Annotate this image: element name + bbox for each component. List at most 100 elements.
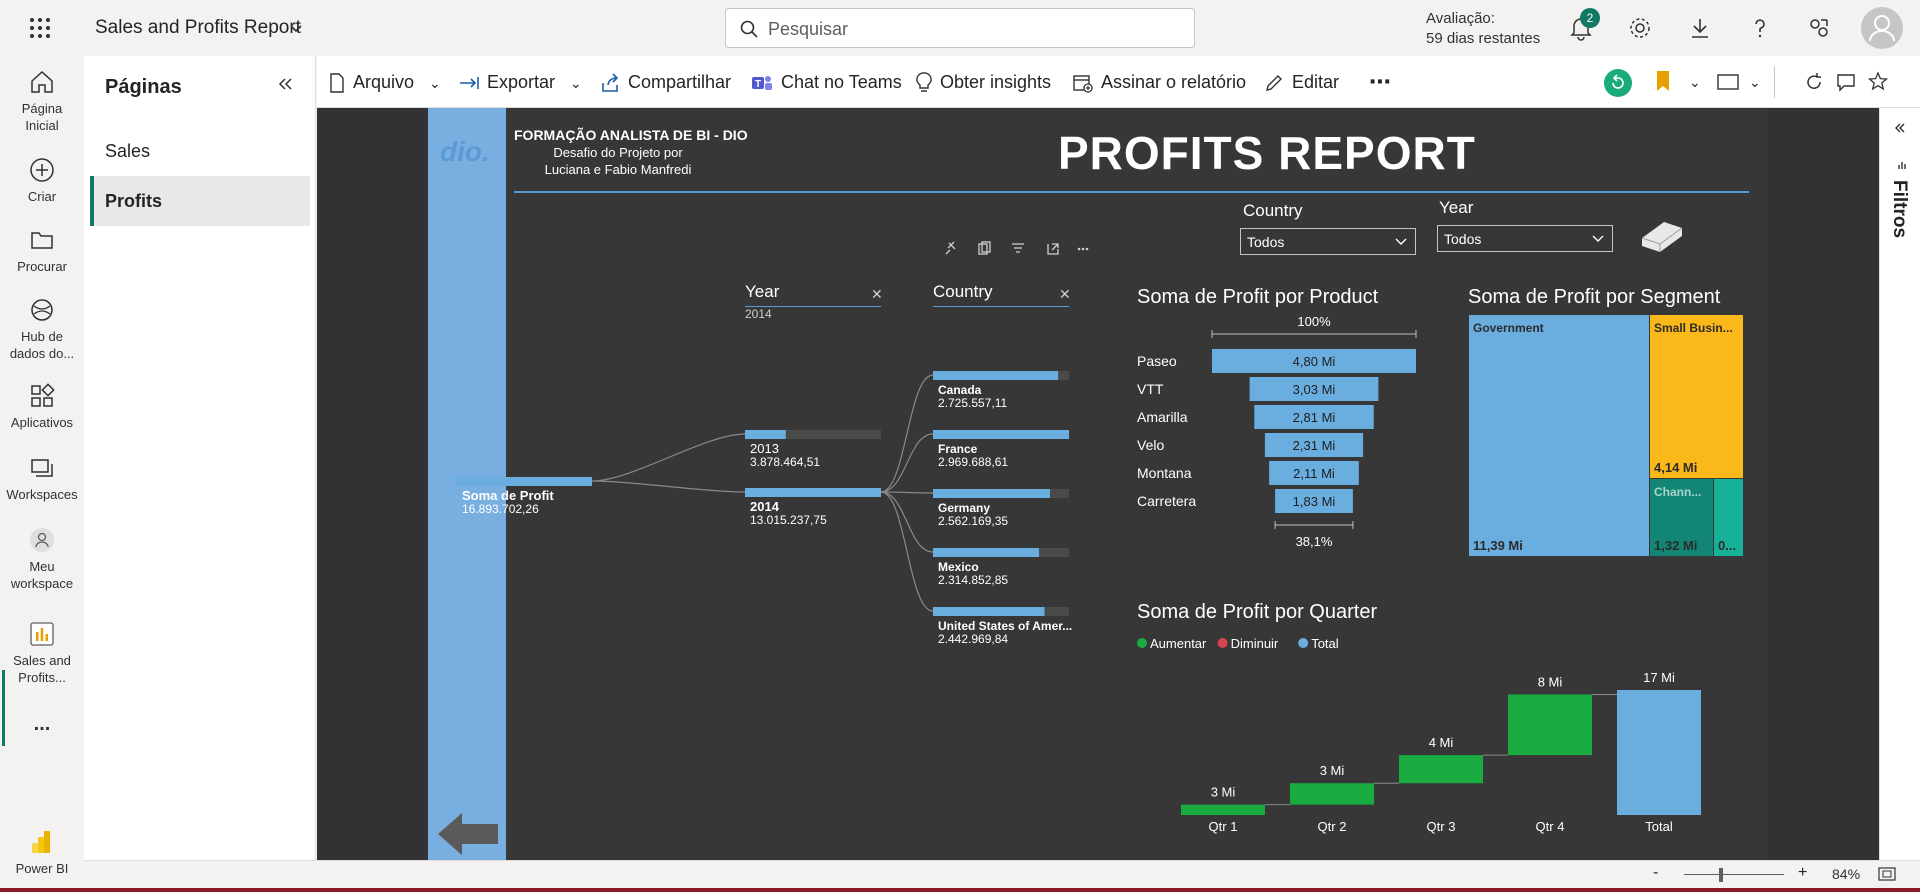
- rail-power-bi[interactable]: Power BI: [0, 828, 84, 877]
- chevron-down-icon[interactable]: [288, 20, 304, 36]
- zoom-out-button[interactable]: -: [1653, 864, 1658, 882]
- download-icon[interactable]: [1687, 15, 1713, 41]
- rail-label: Aplicativos: [10, 415, 74, 430]
- page-item-profits[interactable]: Profits: [90, 176, 310, 226]
- chevron-down-icon: ⌄: [570, 75, 582, 91]
- waterfall-data-label: 3 Mi: [1211, 785, 1236, 800]
- view-icon[interactable]: [1717, 73, 1739, 91]
- rail-label: Procurar: [17, 259, 67, 274]
- rail-home[interactable]: Página Inicial: [0, 68, 84, 134]
- workspaces-icon: [28, 454, 56, 482]
- insights-button[interactable]: Obter insights: [916, 69, 1051, 95]
- rail-label: Hub de: [21, 329, 63, 344]
- waterfall-legend-marker: [1217, 638, 1228, 648]
- toolbar-divider: [1774, 66, 1775, 98]
- page-item-sales[interactable]: Sales: [90, 126, 310, 176]
- edit-label: Editar: [1292, 72, 1340, 92]
- filter-icon: [1898, 160, 1908, 170]
- gear-icon[interactable]: [1627, 15, 1653, 41]
- notification-badge: 2: [1580, 8, 1600, 28]
- waterfall-legend-label: Diminuir: [1231, 636, 1279, 651]
- power-bi-logo-icon: [28, 828, 56, 856]
- rail-my-workspace[interactable]: Meu workspace: [0, 526, 84, 592]
- pages-pane: Páginas Sales Profits: [84, 56, 316, 860]
- zoom-in-button[interactable]: +: [1798, 864, 1807, 882]
- fit-to-page-icon[interactable]: [1878, 867, 1896, 881]
- avatar[interactable]: [1861, 7, 1903, 49]
- refresh-visuals-icon[interactable]: [1604, 69, 1632, 97]
- feedback-icon[interactable]: [1806, 15, 1832, 41]
- report-toolbar: Arquivo ⌄ Exportar ⌄ Compartilhar T Chat …: [317, 56, 1920, 108]
- filters-label[interactable]: Filtros: [1888, 180, 1910, 238]
- expand-filters-icon[interactable]: [1894, 122, 1906, 134]
- trial-label: Avaliação:: [1426, 10, 1495, 27]
- lightbulb-icon: [916, 72, 932, 92]
- file-label: Arquivo: [353, 72, 415, 92]
- pages-title: Páginas: [105, 76, 182, 98]
- rail-workspaces[interactable]: Workspaces: [0, 454, 84, 503]
- rail-more[interactable]: ...: [0, 714, 84, 734]
- search-input[interactable]: Pesquisar: [725, 8, 1195, 48]
- rail-browse[interactable]: Procurar: [0, 226, 84, 275]
- rail-label: workspace: [10, 576, 74, 591]
- waterfall-category-label: Qtr 4: [1536, 819, 1565, 834]
- export-icon: [460, 77, 479, 90]
- waterfall-legend-marker: [1137, 638, 1147, 648]
- waterfall-bar: [1290, 783, 1374, 805]
- share-label: Compartilhar: [628, 72, 732, 92]
- waterfall-bar: [1181, 804, 1265, 815]
- export-menu-button[interactable]: Exportar ⌄: [459, 69, 582, 95]
- waterfall-category-label: Total: [1645, 819, 1673, 834]
- bookmark-icon[interactable]: [1655, 70, 1671, 92]
- waterfall-chart[interactable]: Aumentar Diminuir Total 3 Mi Qtr 1 3 Mi Qtr 2 4…: [428, 108, 1768, 860]
- app-launcher-icon[interactable]: [28, 16, 52, 40]
- person-icon: [28, 526, 56, 554]
- chevron-down-icon[interactable]: ⌄: [1689, 74, 1701, 91]
- more-options-button[interactable]: ⋯: [1369, 69, 1391, 95]
- navigation-rail: Página Inicial Criar Procurar Hub de dad…: [0, 56, 84, 892]
- subscribe-button[interactable]: Assinar o relatório: [1073, 69, 1246, 95]
- help-icon[interactable]: [1747, 15, 1773, 41]
- rail-current-report[interactable]: Sales and Profits...: [0, 620, 84, 686]
- rail-label: Criar: [27, 189, 57, 204]
- report-title-menu[interactable]: Sales and Profits Report: [95, 17, 301, 39]
- folder-icon: [28, 226, 56, 254]
- rail-data-hub[interactable]: Hub de dados do...: [0, 296, 84, 362]
- share-button[interactable]: Compartilhar: [600, 69, 731, 95]
- insights-label: Obter insights: [940, 72, 1052, 92]
- zoom-slider-track[interactable]: [1684, 874, 1784, 875]
- rail-create[interactable]: Criar: [0, 156, 84, 205]
- search-placeholder: Pesquisar: [768, 19, 849, 39]
- rail-label: Power BI: [15, 861, 69, 876]
- waterfall-category-label: Qtr 2: [1318, 819, 1347, 834]
- trial-days: 59 dias restantes: [1426, 30, 1541, 47]
- subscribe-icon: [1073, 75, 1093, 93]
- bottom-accent-bar: [0, 888, 1920, 892]
- rail-apps[interactable]: Aplicativos: [0, 382, 84, 431]
- waterfall-data-label: 3 Mi: [1320, 763, 1345, 778]
- waterfall-legend-label: Total: [1311, 636, 1339, 651]
- rail-label: Inicial: [25, 118, 59, 133]
- star-icon[interactable]: [1868, 71, 1888, 91]
- zoom-slider-thumb[interactable]: [1719, 868, 1723, 882]
- trial-status[interactable]: Avaliação: 59 dias restantes: [1426, 9, 1540, 49]
- waterfall-data-label: 17 Mi: [1643, 670, 1675, 685]
- refresh-icon[interactable]: [1804, 72, 1824, 92]
- edit-button[interactable]: Editar: [1264, 69, 1339, 95]
- subscribe-label: Assinar o relatório: [1101, 72, 1247, 92]
- rail-label: Workspaces: [6, 487, 78, 502]
- collapse-icon[interactable]: [275, 74, 295, 94]
- home-icon: [28, 68, 56, 96]
- file-menu-button[interactable]: Arquivo ⌄: [329, 69, 441, 95]
- waterfall-category-label: Qtr 3: [1427, 819, 1456, 834]
- teams-icon: T: [752, 76, 772, 91]
- comment-icon[interactable]: [1836, 72, 1856, 92]
- zoom-level: 84%: [1832, 866, 1861, 882]
- rail-label: Profits...: [18, 670, 66, 685]
- waterfall-data-label: 4 Mi: [1429, 735, 1454, 750]
- plus-circle-icon: [28, 156, 56, 184]
- teams-chat-button[interactable]: T Chat no Teams: [751, 69, 902, 95]
- chevron-down-icon[interactable]: ⌄: [1749, 74, 1761, 91]
- waterfall-bar: [1508, 694, 1592, 756]
- share-icon: [602, 73, 619, 93]
